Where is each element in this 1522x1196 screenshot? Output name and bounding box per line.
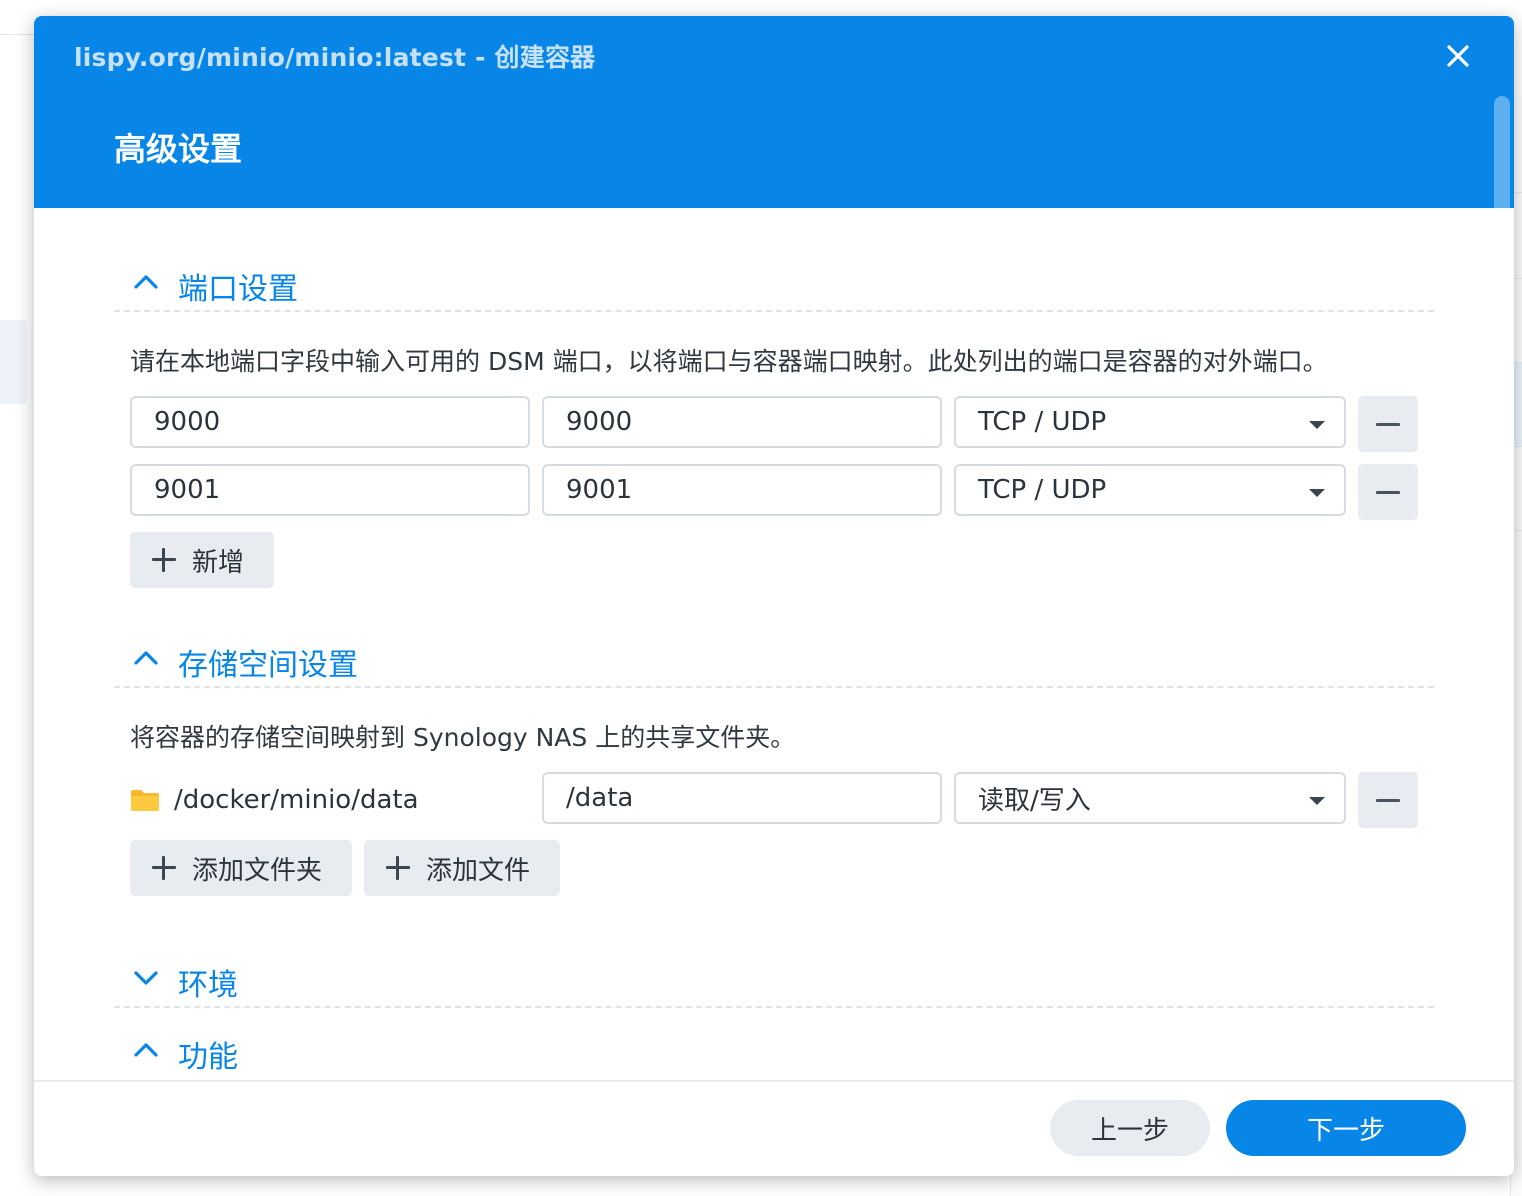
container-port-input[interactable]: 9001 xyxy=(542,464,942,516)
storage-settings-description: 将容器的存储空间映射到 Synology NAS 上的共享文件夹。 xyxy=(130,723,796,752)
remove-port-button[interactable] xyxy=(1358,464,1418,520)
chevron-up-icon xyxy=(134,275,158,289)
plus-icon xyxy=(152,548,176,572)
section-header-storage-settings[interactable]: 存储空间设置 xyxy=(114,636,1434,688)
dialog-header: lispy.org/minio/minio:latest - 创建容器 高级设置 xyxy=(34,16,1514,208)
section-header-port-settings[interactable]: 端口设置 xyxy=(114,260,1434,312)
previous-step-button[interactable]: 上一步 xyxy=(1050,1100,1210,1156)
minus-icon xyxy=(1376,422,1400,426)
remove-volume-button[interactable] xyxy=(1358,772,1418,828)
container-port-input[interactable]: 9000 xyxy=(542,396,942,448)
plus-icon xyxy=(152,856,176,880)
protocol-select[interactable]: TCP / UDP xyxy=(954,464,1346,516)
local-port-input[interactable]: 9001 xyxy=(130,464,530,516)
chevron-up-icon xyxy=(134,1043,158,1057)
chevron-down-icon xyxy=(134,971,158,985)
window-title: lispy.org/minio/minio:latest - 创建容器 xyxy=(74,43,596,72)
protocol-value: TCP / UDP xyxy=(978,407,1107,437)
caret-down-icon xyxy=(1309,489,1325,497)
add-folder-label: 添加文件夹 xyxy=(192,855,323,886)
add-file-label: 添加文件 xyxy=(426,855,531,886)
next-step-button[interactable]: 下一步 xyxy=(1226,1100,1466,1156)
section-title: 存储空间设置 xyxy=(178,648,358,683)
section-header-environment[interactable]: 环境 xyxy=(114,956,1434,1008)
background-sidebar-highlight xyxy=(0,320,27,404)
step-title: 高级设置 xyxy=(114,130,243,168)
caret-down-icon xyxy=(1309,421,1325,429)
caret-down-icon xyxy=(1309,797,1325,805)
protocol-select[interactable]: TCP / UDP xyxy=(954,396,1346,448)
close-icon xyxy=(1447,45,1469,67)
add-port-button[interactable]: 新增 xyxy=(130,532,274,588)
local-port-input[interactable]: 9000 xyxy=(130,396,530,448)
minus-icon xyxy=(1376,490,1400,494)
plus-icon xyxy=(386,856,410,880)
minus-icon xyxy=(1376,798,1400,802)
section-title: 端口设置 xyxy=(178,272,298,307)
close-button[interactable] xyxy=(1438,36,1478,76)
host-path-text: /docker/minio/data xyxy=(174,785,419,815)
chevron-up-icon xyxy=(134,651,158,665)
folder-icon xyxy=(131,790,159,811)
host-folder-path: /docker/minio/data xyxy=(130,774,419,826)
protocol-value: TCP / UDP xyxy=(978,475,1107,505)
permission-select[interactable]: 读取/写入 xyxy=(954,772,1346,824)
permission-value: 读取/写入 xyxy=(978,785,1091,816)
create-container-dialog: lispy.org/minio/minio:latest - 创建容器 高级设置… xyxy=(34,16,1514,1176)
remove-port-button[interactable] xyxy=(1358,396,1418,452)
section-title: 功能 xyxy=(178,1040,238,1075)
port-settings-description: 请在本地端口字段中输入可用的 DSM 端口，以将端口与容器端口映射。此处列出的端… xyxy=(130,347,1328,376)
section-header-features[interactable]: 功能 xyxy=(114,1028,1434,1078)
add-folder-button[interactable]: 添加文件夹 xyxy=(130,840,352,896)
add-file-button[interactable]: 添加文件 xyxy=(364,840,560,896)
mount-path-input[interactable]: /data xyxy=(542,772,942,824)
section-title: 环境 xyxy=(178,968,238,1003)
add-port-label: 新增 xyxy=(192,547,245,578)
scrollbar-thumb[interactable] xyxy=(1494,96,1510,536)
dialog-footer: 上一步 下一步 xyxy=(34,1080,1514,1176)
